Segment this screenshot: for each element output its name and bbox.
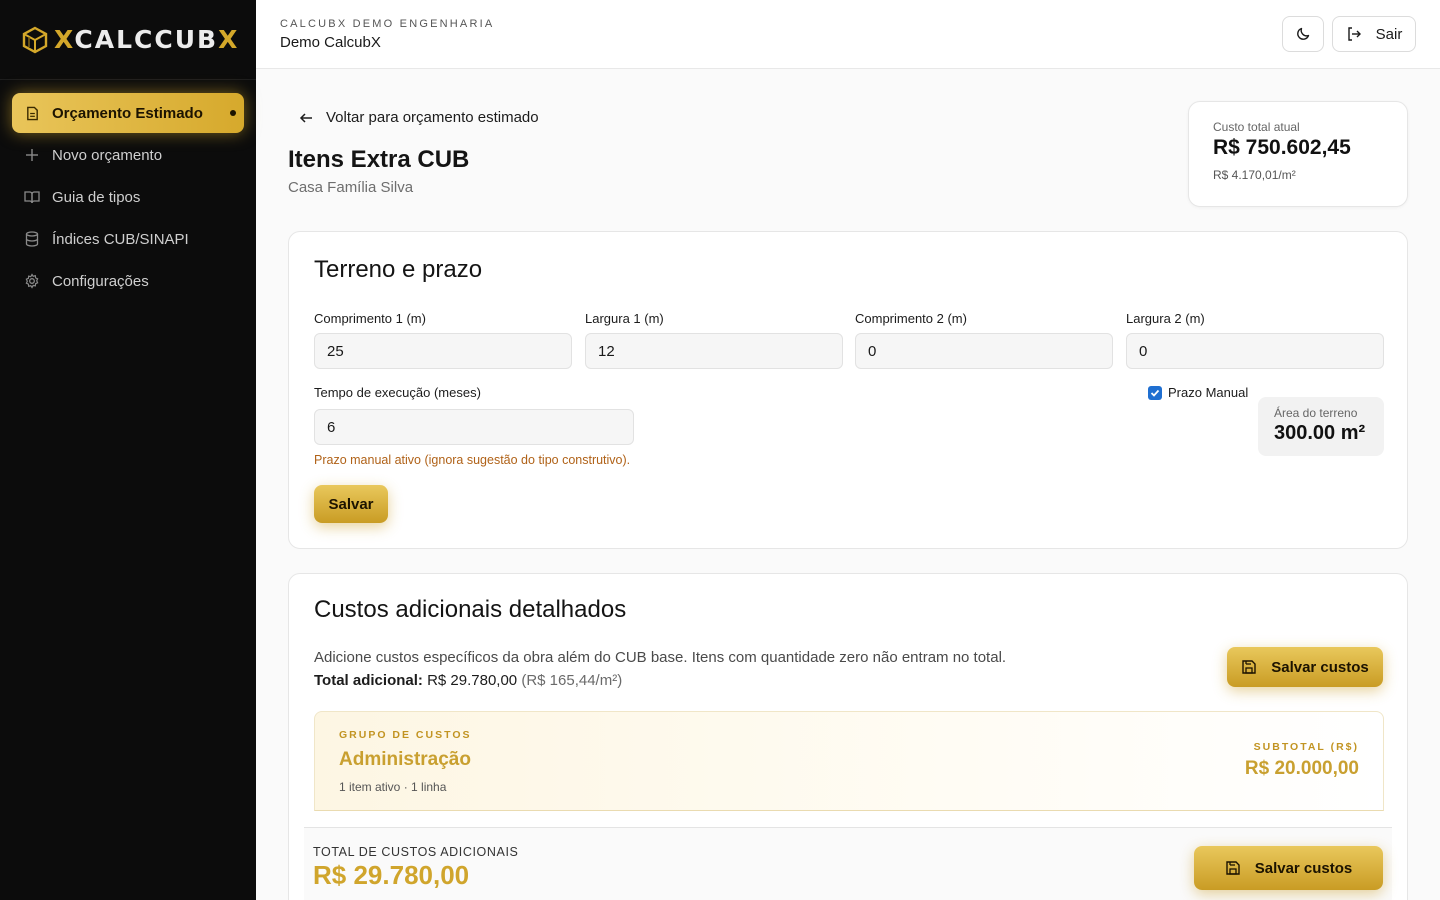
extra-costs-title: Custos adicionais detalhados bbox=[314, 596, 627, 623]
sidebar-item-label: Guia de tipos bbox=[52, 188, 141, 206]
back-link-label: Voltar para orçamento estimado bbox=[326, 109, 539, 126]
total-label: Total adicional: bbox=[314, 672, 423, 689]
save-terrain-label: Salvar bbox=[328, 495, 374, 513]
prazo-manual-note: Prazo manual ativo (ignora sugestão do t… bbox=[314, 453, 631, 467]
bottom-save-costs-button[interactable]: Salvar custos bbox=[1194, 846, 1383, 890]
terrain-card: Terreno e prazo Comprimento 1 (m) Largur… bbox=[288, 231, 1408, 549]
save-icon bbox=[1242, 660, 1256, 674]
gear-icon bbox=[24, 273, 40, 289]
largura2-label: Largura 2 (m) bbox=[1126, 311, 1205, 326]
sidebar: XCALCCUBX Orçamento Estimado Novo orçame… bbox=[0, 0, 256, 900]
company-subtitle: CALCUBX DEMO ENGENHARIA bbox=[280, 18, 495, 30]
sidebar-item-novo-orcamento[interactable]: Novo orçamento bbox=[12, 135, 244, 175]
sidebar-item-label: Novo orçamento bbox=[52, 146, 163, 164]
cost-value: R$ 750.602,45 bbox=[1213, 136, 1351, 159]
prazo-manual-checkbox-row[interactable]: Prazo Manual bbox=[1148, 385, 1248, 400]
moon-icon bbox=[1297, 27, 1310, 40]
plus-icon bbox=[24, 147, 40, 163]
comprimento1-label: Comprimento 1 (m) bbox=[314, 311, 426, 326]
app-logo[interactable]: XCALCCUBX bbox=[0, 0, 256, 80]
cost-per-m2: R$ 4.170,01/m² bbox=[1213, 168, 1296, 182]
top-header: CALCUBX DEMO ENGENHARIA Demo CalcubX Sai… bbox=[256, 0, 1440, 69]
area-terreno-box: Área do terreno 300.00 m² bbox=[1258, 397, 1384, 456]
tempo-execucao-input[interactable] bbox=[314, 409, 634, 445]
group-meta: 1 item ativo · 1 linha bbox=[339, 780, 447, 794]
back-link[interactable]: Voltar para orçamento estimado bbox=[298, 109, 539, 126]
save-costs-button[interactable]: Salvar custos bbox=[1227, 647, 1383, 687]
terrain-card-title: Terreno e prazo bbox=[314, 256, 483, 283]
sidebar-item-label: Configurações bbox=[52, 272, 149, 290]
area-value: 300.00 m² bbox=[1274, 422, 1366, 444]
logout-icon bbox=[1347, 27, 1361, 41]
sidebar-item-label: Índices CUB/SINAPI bbox=[52, 230, 189, 248]
sidebar-item-orcamento-estimado[interactable]: Orçamento Estimado bbox=[12, 93, 244, 133]
page-title: Itens Extra CUB bbox=[288, 146, 470, 173]
group-name: Administração bbox=[339, 749, 471, 770]
active-indicator-dot bbox=[230, 110, 236, 116]
logout-button[interactable]: Sair bbox=[1332, 16, 1416, 52]
save-terrain-button[interactable]: Salvar bbox=[314, 485, 388, 523]
document-icon bbox=[24, 105, 40, 121]
cube-logo-icon bbox=[22, 26, 48, 53]
bottom-save-costs-label: Salvar custos bbox=[1254, 859, 1353, 877]
extra-costs-total: Total adicional: R$ 29.780,00 (R$ 165,44… bbox=[314, 672, 622, 689]
bottom-total-value: R$ 29.780,00 bbox=[313, 860, 470, 890]
sidebar-item-label: Orçamento Estimado bbox=[52, 104, 203, 122]
comprimento2-input[interactable] bbox=[855, 333, 1113, 369]
comprimento1-input[interactable] bbox=[314, 333, 572, 369]
largura1-label: Largura 1 (m) bbox=[585, 311, 664, 326]
logout-label: Sair bbox=[1375, 25, 1403, 43]
prazo-manual-label: Prazo Manual bbox=[1168, 385, 1249, 400]
cost-label: Custo total atual bbox=[1213, 120, 1300, 134]
save-costs-label: Salvar custos bbox=[1271, 658, 1369, 676]
sidebar-item-guia-de-tipos[interactable]: Guia de tipos bbox=[12, 177, 244, 217]
largura1-input[interactable] bbox=[585, 333, 843, 369]
current-cost-card: Custo total atual R$ 750.602,45 R$ 4.170… bbox=[1188, 101, 1408, 207]
page-subtitle: Casa Família Silva bbox=[288, 179, 414, 196]
subtotal-tag: SUBTOTAL (R$) bbox=[1253, 741, 1359, 753]
sidebar-nav: Orçamento Estimado Novo orçamento Guia d… bbox=[0, 80, 256, 301]
save-icon bbox=[1226, 861, 1240, 875]
bottom-total-label: TOTAL DE CUSTOS ADICIONAIS bbox=[313, 845, 519, 859]
database-icon bbox=[24, 231, 40, 247]
group-tag: GRUPO DE CUSTOS bbox=[339, 729, 472, 741]
company-name: Demo CalcubX bbox=[280, 34, 381, 51]
area-label: Área do terreno bbox=[1274, 406, 1358, 420]
sidebar-item-configuracoes[interactable]: Configurações bbox=[12, 261, 244, 301]
prazo-manual-checkbox[interactable] bbox=[1148, 385, 1162, 400]
check-icon bbox=[1150, 389, 1160, 397]
tempo-execucao-label: Tempo de execução (meses) bbox=[314, 385, 481, 400]
cost-group-administracao[interactable]: GRUPO DE CUSTOS Administração 1 item ati… bbox=[314, 711, 1384, 811]
extra-costs-description: Adicione custos específicos da obra além… bbox=[314, 649, 1007, 666]
comprimento2-label: Comprimento 2 (m) bbox=[855, 311, 967, 326]
logo-text: XCALCCUBX bbox=[54, 25, 240, 54]
subtotal-value: R$ 20.000,00 bbox=[1244, 758, 1359, 779]
sidebar-item-indices[interactable]: Índices CUB/SINAPI bbox=[12, 219, 244, 259]
book-icon bbox=[24, 189, 40, 205]
total-value: R$ 29.780,00 bbox=[427, 672, 518, 689]
largura2-input[interactable] bbox=[1126, 333, 1384, 369]
arrow-left-icon bbox=[299, 112, 312, 123]
theme-toggle-button[interactable] bbox=[1282, 16, 1324, 52]
bottom-total-bar: TOTAL DE CUSTOS ADICIONAIS R$ 29.780,00 … bbox=[304, 827, 1392, 900]
total-per-m2: (R$ 165,44/m²) bbox=[521, 672, 623, 689]
